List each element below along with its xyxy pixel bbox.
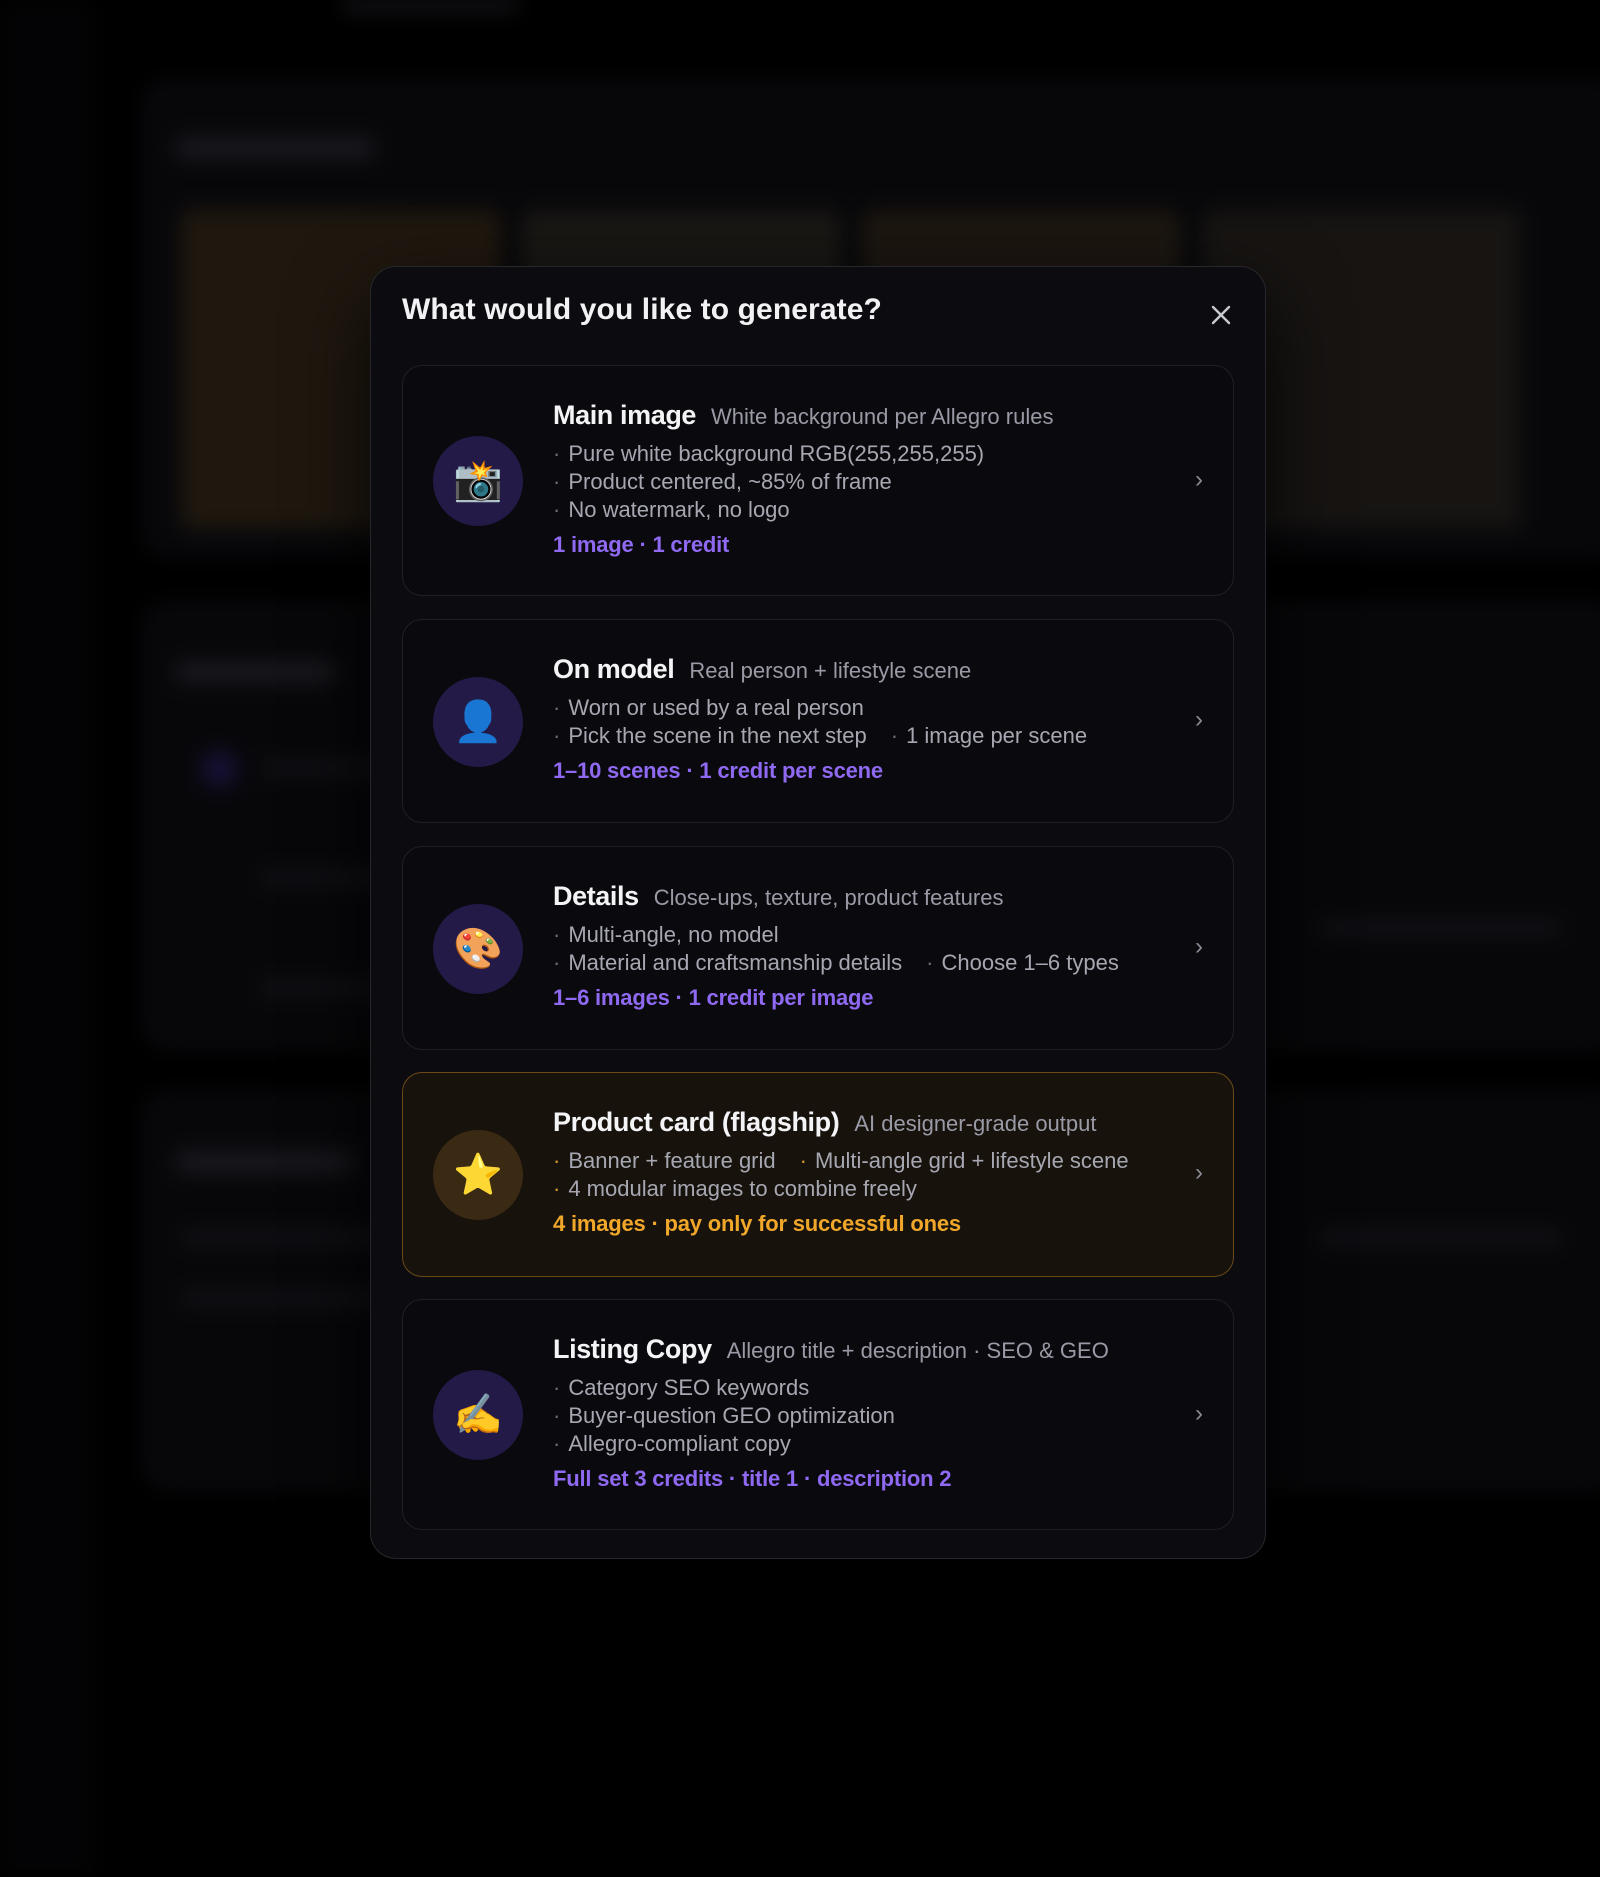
option-details[interactable]: 🎨 Details Close-ups, texture, product fe… <box>402 846 1234 1050</box>
bullet-item: Allegro-compliant copy <box>553 1431 791 1457</box>
person-silhouette-icon: 👤 <box>433 677 523 767</box>
bullet-item: 4 modular images to combine freely <box>553 1176 917 1202</box>
option-main-image[interactable]: 📸 Main image White background per Allegr… <box>402 365 1234 596</box>
dialog-title: What would you like to generate? <box>402 293 882 326</box>
bullet-item: Material and craftsmanship details <box>553 950 902 976</box>
option-on-model[interactable]: 👤 On model Real person + lifestyle scene… <box>402 619 1234 823</box>
option-title: Listing Copy <box>553 1334 712 1364</box>
chevron-right-icon: › <box>1195 933 1203 960</box>
option-price: 1–10 scenes · 1 credit per scene <box>553 758 883 783</box>
bullet-item: Multi-angle grid + lifestyle scene <box>800 1148 1129 1174</box>
bullet-item: Product centered, ~85% of frame <box>553 469 891 495</box>
option-price: 4 images · pay only for successful ones <box>553 1211 961 1236</box>
bullet-item: Multi-angle, no model <box>553 922 778 948</box>
writing-hand-icon: ✍️ <box>433 1370 523 1460</box>
option-title: Product card (flagship) <box>553 1107 840 1137</box>
option-body: Main image White background per Allegro … <box>553 400 1173 558</box>
option-price: 1–6 images · 1 credit per image <box>553 985 874 1010</box>
bullet-item: 1 image per scene <box>891 723 1087 749</box>
option-bullets: Banner + feature grid Multi-angle grid +… <box>553 1147 1173 1203</box>
bullet-item: Category SEO keywords <box>553 1375 809 1401</box>
option-price: 1 image · 1 credit <box>553 532 730 557</box>
bullet-item: Worn or used by a real person <box>553 695 864 721</box>
option-body: On model Real person + lifestyle scene W… <box>553 654 1173 784</box>
generate-dialog: What would you like to generate? 📸 Main … <box>370 266 1266 1559</box>
close-icon <box>1211 305 1231 325</box>
chevron-right-icon: › <box>1195 466 1203 493</box>
bullet-item: Buyer-question GEO optimization <box>553 1403 895 1429</box>
background-sidebar <box>0 0 93 1877</box>
chevron-right-icon: › <box>1195 706 1203 733</box>
option-title: Details <box>553 881 639 911</box>
camera-flash-icon: 📸 <box>433 436 523 526</box>
bullet-item: Choose 1–6 types <box>926 950 1118 976</box>
option-price: Full set 3 credits · title 1 · descripti… <box>553 1466 952 1491</box>
option-body: Listing Copy Allegro title + description… <box>553 1334 1173 1492</box>
chevron-right-icon: › <box>1195 1400 1203 1427</box>
chevron-right-icon: › <box>1195 1159 1203 1186</box>
option-body: Details Close-ups, texture, product feat… <box>553 881 1173 1011</box>
option-subtitle: Allegro title + description · SEO & GEO <box>726 1338 1109 1363</box>
option-bullets: Worn or used by a real person Pick the s… <box>553 694 1173 750</box>
bullet-item: Pure white background RGB(255,255,255) <box>553 441 984 467</box>
palette-icon: 🎨 <box>433 904 523 994</box>
bullet-item: Banner + feature grid <box>553 1148 775 1174</box>
option-bullets: Category SEO keywords Buyer-question GEO… <box>553 1374 1173 1458</box>
bullet-item: Pick the scene in the next step <box>553 723 866 749</box>
option-subtitle: AI designer-grade output <box>854 1111 1097 1136</box>
option-subtitle: Real person + lifestyle scene <box>689 658 972 683</box>
star-icon: ⭐ <box>433 1130 523 1220</box>
option-subtitle: White background per Allegro rules <box>711 404 1054 429</box>
close-button[interactable] <box>1203 297 1239 333</box>
option-body: Product card (flagship) AI designer-grad… <box>553 1107 1173 1237</box>
option-bullets: Multi-angle, no model Material and craft… <box>553 921 1173 977</box>
option-listing-copy[interactable]: ✍️ Listing Copy Allegro title + descript… <box>402 1299 1234 1530</box>
option-subtitle: Close-ups, texture, product features <box>653 885 1004 910</box>
option-title: Main image <box>553 400 697 430</box>
option-product-card[interactable]: ⭐ Product card (flagship) AI designer-gr… <box>402 1072 1234 1277</box>
bullet-item: No watermark, no logo <box>553 497 789 523</box>
option-bullets: Pure white background RGB(255,255,255) P… <box>553 440 1173 524</box>
option-title: On model <box>553 654 675 684</box>
